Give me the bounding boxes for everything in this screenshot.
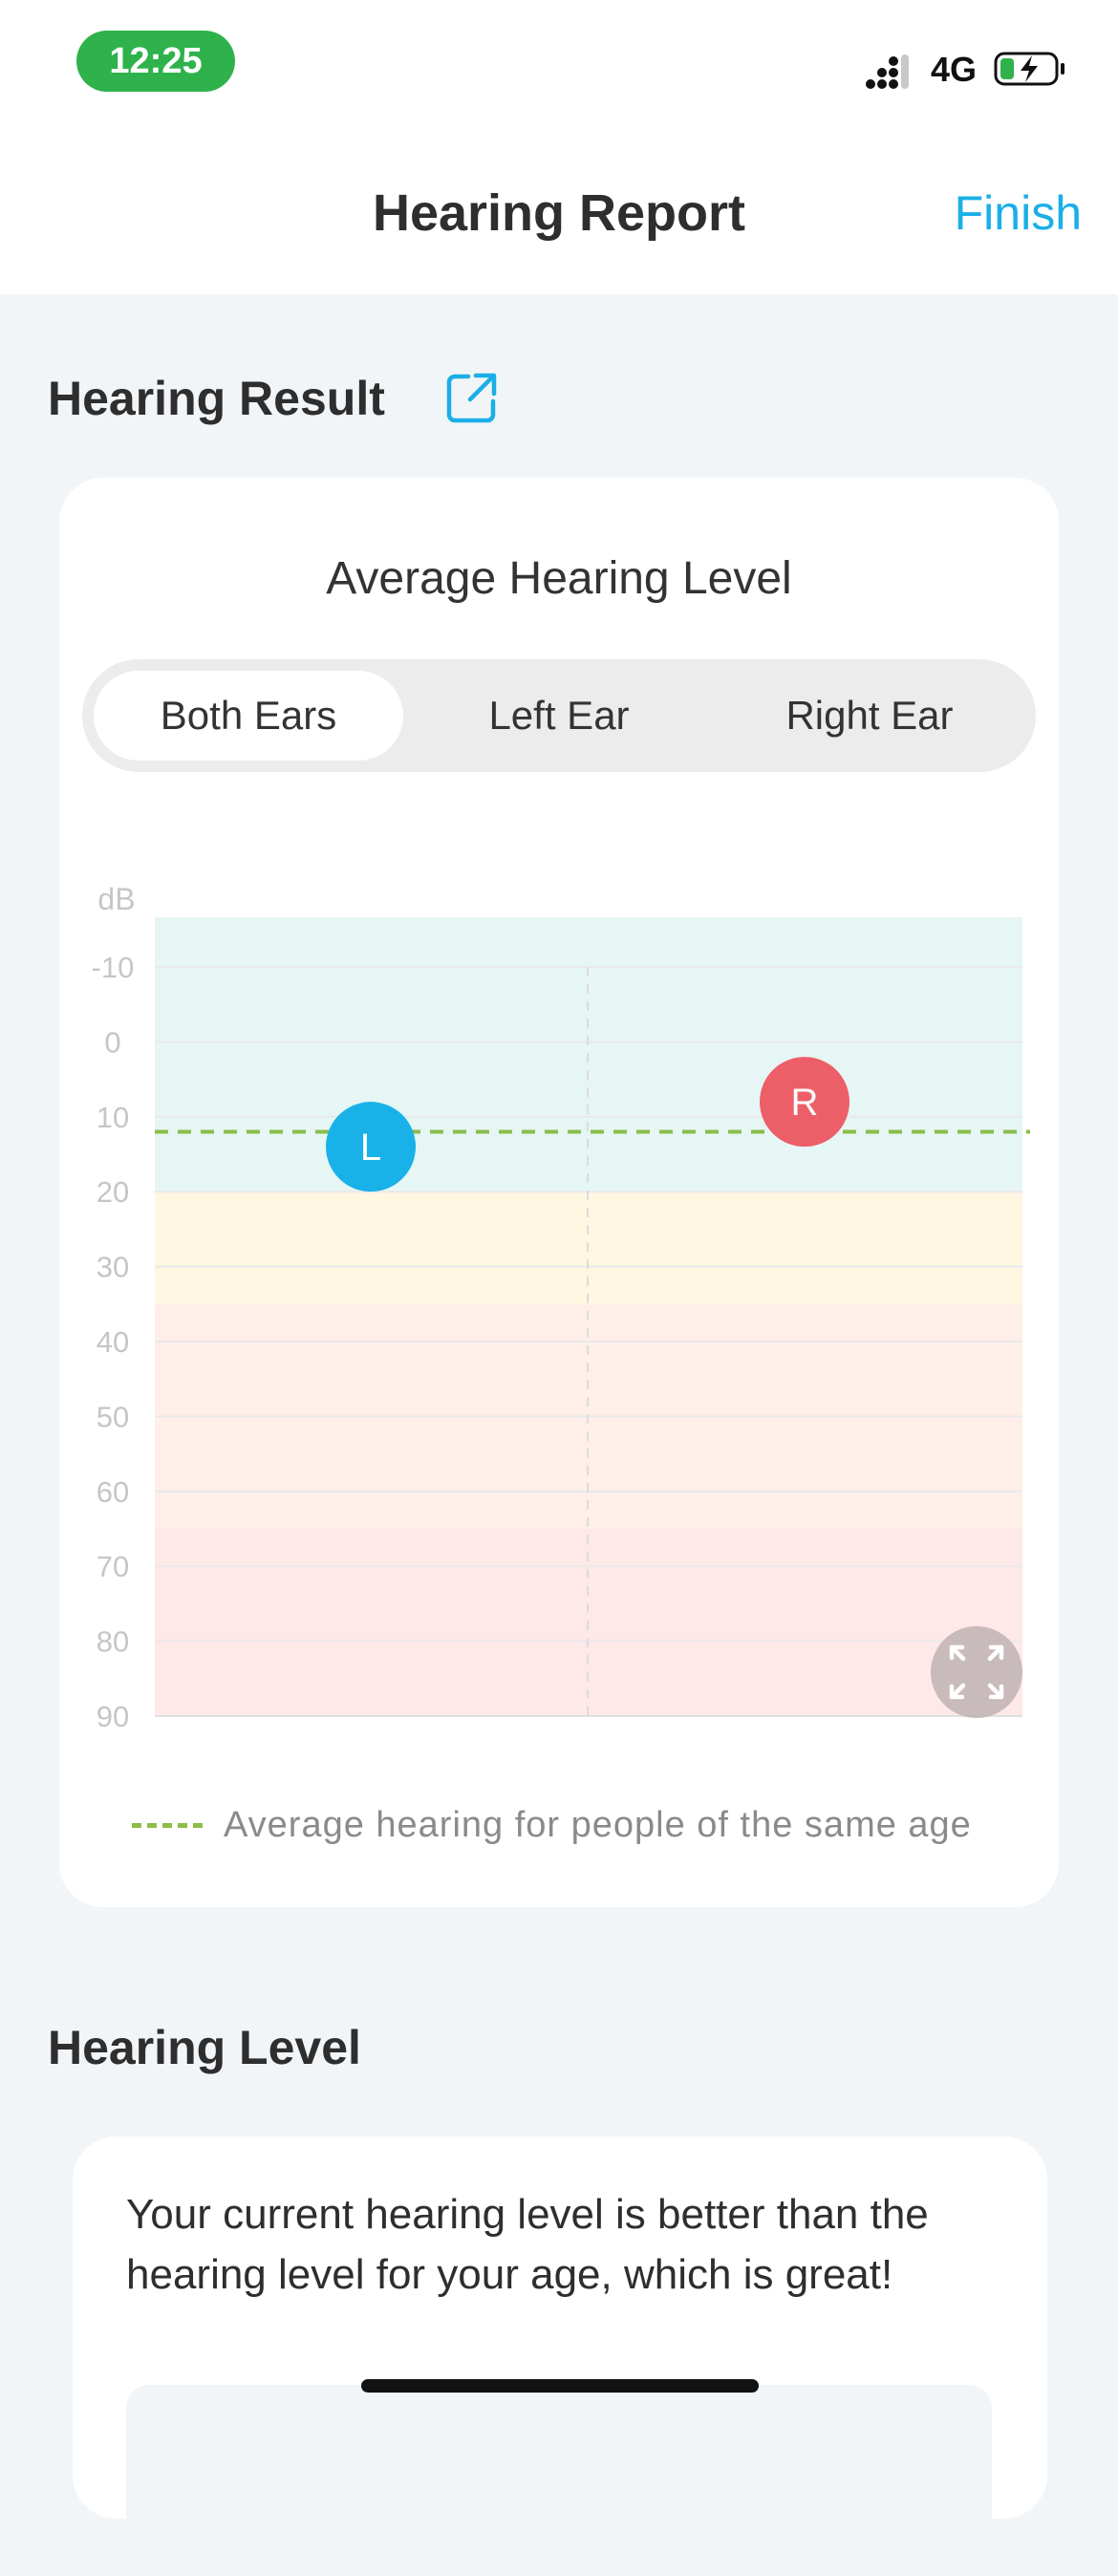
battery-charging-icon [994, 52, 1064, 86]
page-title: Hearing Report [372, 184, 746, 242]
hearing-level-detail-box [126, 2385, 992, 2576]
cellular-signal-icon [866, 54, 909, 89]
expand-fullscreen-icon[interactable] [931, 1626, 1022, 1718]
status-time: 12:25 [76, 31, 235, 92]
share-external-icon[interactable] [445, 371, 499, 424]
average-hearing-card: Average Hearing Level Both Ears Left Ear… [59, 478, 1059, 1907]
home-indicator [361, 2379, 759, 2393]
tab-right-ear[interactable]: Right Ear [715, 671, 1024, 761]
finish-button[interactable]: Finish [955, 185, 1082, 241]
ear-selector: Both Ears Left Ear Right Ear [82, 659, 1036, 772]
chart-legend: Average hearing for people of the same a… [132, 1798, 972, 1852]
status-bar: 12:25 4G [0, 0, 1118, 143]
card-title: Average Hearing Level [326, 553, 792, 604]
nav-bar: Hearing Report Finish [0, 143, 1118, 294]
legend-dash-swatch [132, 1822, 203, 1828]
hearing-level-title: Hearing Level [48, 2021, 361, 2074]
legend-text: Average hearing for people of the same a… [224, 1804, 972, 1845]
hearing-level-message: Your current hearing level is better tha… [126, 2191, 929, 2298]
hearing-result-title: Hearing Result [48, 372, 385, 425]
tab-left-ear[interactable]: Left Ear [404, 671, 714, 761]
tab-both-ears[interactable]: Both Ears [94, 671, 403, 761]
hearing-level-card: Your current hearing level is better tha… [73, 2136, 1047, 2576]
network-type: 4G [931, 50, 978, 89]
